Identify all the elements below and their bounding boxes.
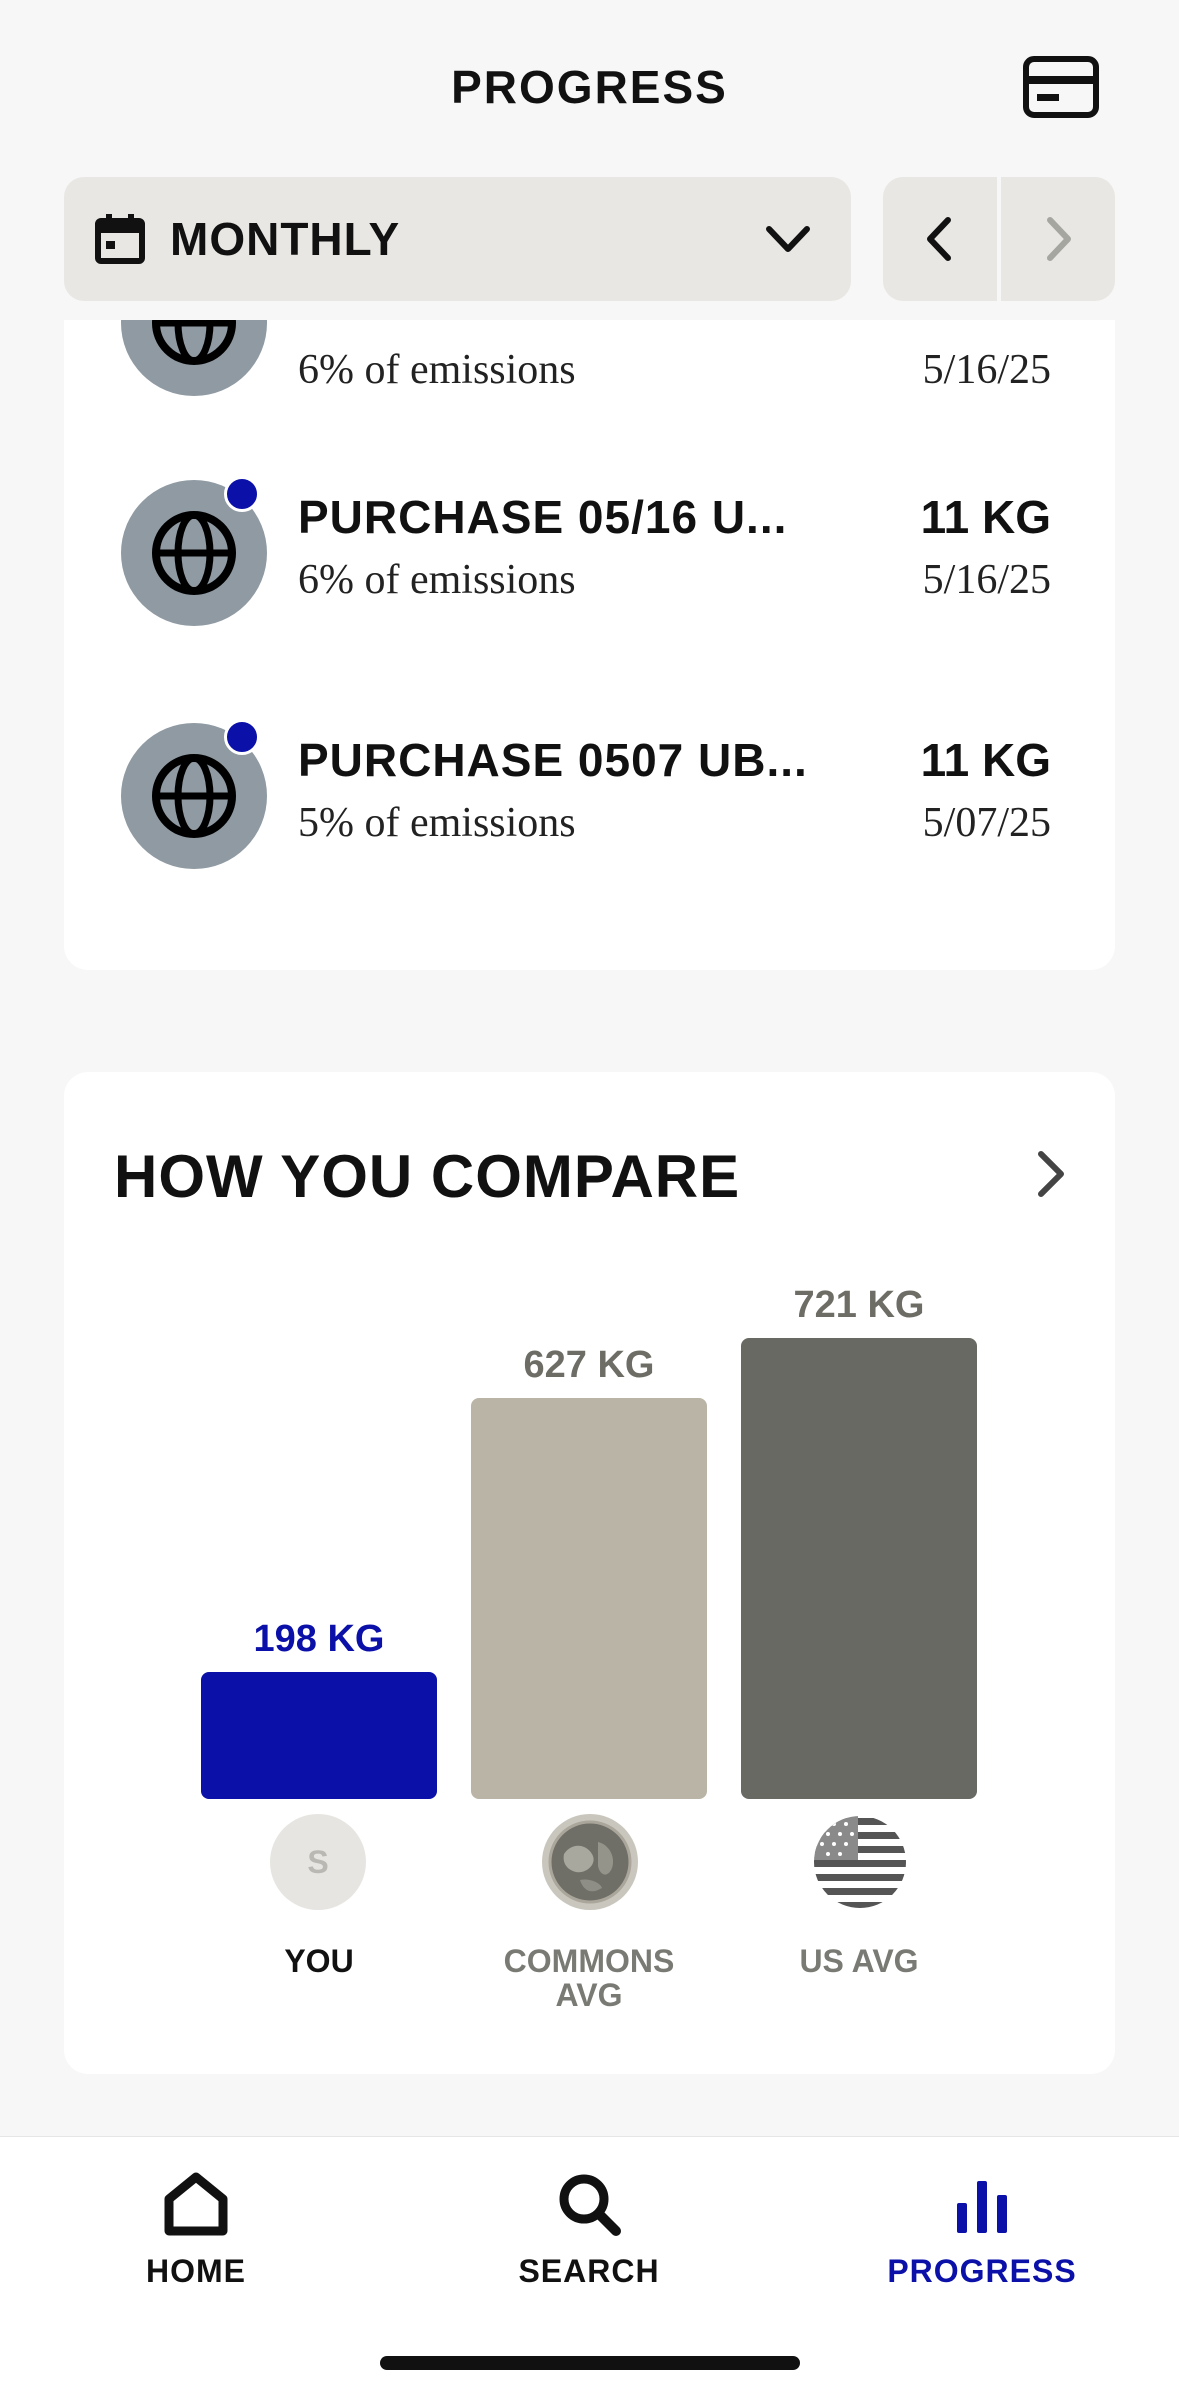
list-item[interactable]: 6% of emissions 5/16/25 — [64, 320, 1115, 410]
bar-value-label: 721 KG — [793, 1284, 925, 1326]
chevron-right-icon — [1047, 217, 1071, 261]
bar — [741, 1338, 977, 1799]
nav-progress[interactable]: PROGRESS — [862, 2169, 1102, 2290]
user-avatar: S — [270, 1814, 366, 1910]
home-icon — [164, 2172, 228, 2236]
list-item[interactable]: PURCHASE 0507 UB... 11 KG 5% of emission… — [64, 719, 1115, 883]
emission-percent: 5% of emissions — [298, 800, 576, 846]
unread-dot — [224, 719, 260, 755]
us-flag-icon — [812, 1814, 908, 1910]
unread-dot — [224, 476, 260, 512]
transaction-name: PURCHASE 0507 UB... — [298, 734, 808, 786]
earth-icon — [542, 1814, 638, 1910]
calendar-icon — [95, 214, 145, 264]
nav-home[interactable]: HOME — [76, 2169, 316, 2290]
next-period-button[interactable] — [1001, 177, 1115, 301]
globe-icon — [152, 754, 236, 838]
nav-home-label: HOME — [146, 2253, 246, 2289]
transaction-date: 5/16/25 — [922, 347, 1051, 393]
merchant-avatar — [121, 320, 267, 396]
bar — [201, 1672, 437, 1799]
progress-screen: PROGRESS 6% of emissions 5/16/25 PURCHAS… — [0, 0, 1179, 2396]
nav-search[interactable]: SEARCH — [469, 2169, 709, 2290]
bar-value-label: 198 KG — [253, 1618, 385, 1660]
bar-value-label: 627 KG — [523, 1344, 655, 1386]
bar — [471, 1398, 707, 1799]
compare-card[interactable]: HOW YOU COMPARE 198 KG YOU 627 KG COMMONS A… — [64, 1072, 1115, 2074]
nav-progress-label: PROGRESS — [887, 2253, 1077, 2289]
transactions-list: 6% of emissions 5/16/25 PURCHASE 05/16 U… — [64, 320, 1115, 970]
credit-card-icon[interactable] — [1023, 56, 1099, 118]
user-initial: S — [307, 1843, 329, 1880]
bar-category-label: YOU — [284, 1943, 354, 1979]
period-pager — [883, 177, 1115, 301]
page-title: PROGRESS — [451, 61, 728, 113]
transaction-amount: 11 KG — [920, 734, 1051, 786]
nav-search-label: SEARCH — [518, 2253, 660, 2289]
transaction-date: 5/07/25 — [922, 800, 1051, 846]
emission-percent: 6% of emissions — [298, 347, 576, 393]
comparison-chart: 198 KG YOU 627 KG COMMONS AVG 721 KG US AVG — [64, 1072, 1115, 2074]
home-indicator — [380, 2356, 800, 2370]
globe-icon — [152, 511, 236, 595]
globe-icon — [152, 320, 236, 365]
chevron-down-icon — [766, 226, 810, 252]
search-icon — [559, 2174, 621, 2236]
transaction-amount: 11 KG — [920, 491, 1051, 543]
period-label: MONTHLY — [170, 213, 401, 265]
header: PROGRESS — [0, 0, 1179, 170]
bar-category-label: COMMONS AVG — [503, 1943, 675, 2013]
transaction-date: 5/16/25 — [922, 557, 1051, 603]
previous-period-button[interactable] — [883, 177, 997, 301]
period-dropdown[interactable]: MONTHLY — [64, 177, 851, 301]
transaction-name: PURCHASE 05/16 U... — [298, 491, 788, 543]
bar-category-label: US AVG — [799, 1943, 919, 1979]
emission-percent: 6% of emissions — [298, 557, 576, 603]
bar-chart-icon — [957, 2181, 1007, 2233]
chevron-left-icon — [927, 217, 951, 261]
list-item[interactable]: PURCHASE 05/16 U... 11 KG 6% of emission… — [64, 476, 1115, 640]
